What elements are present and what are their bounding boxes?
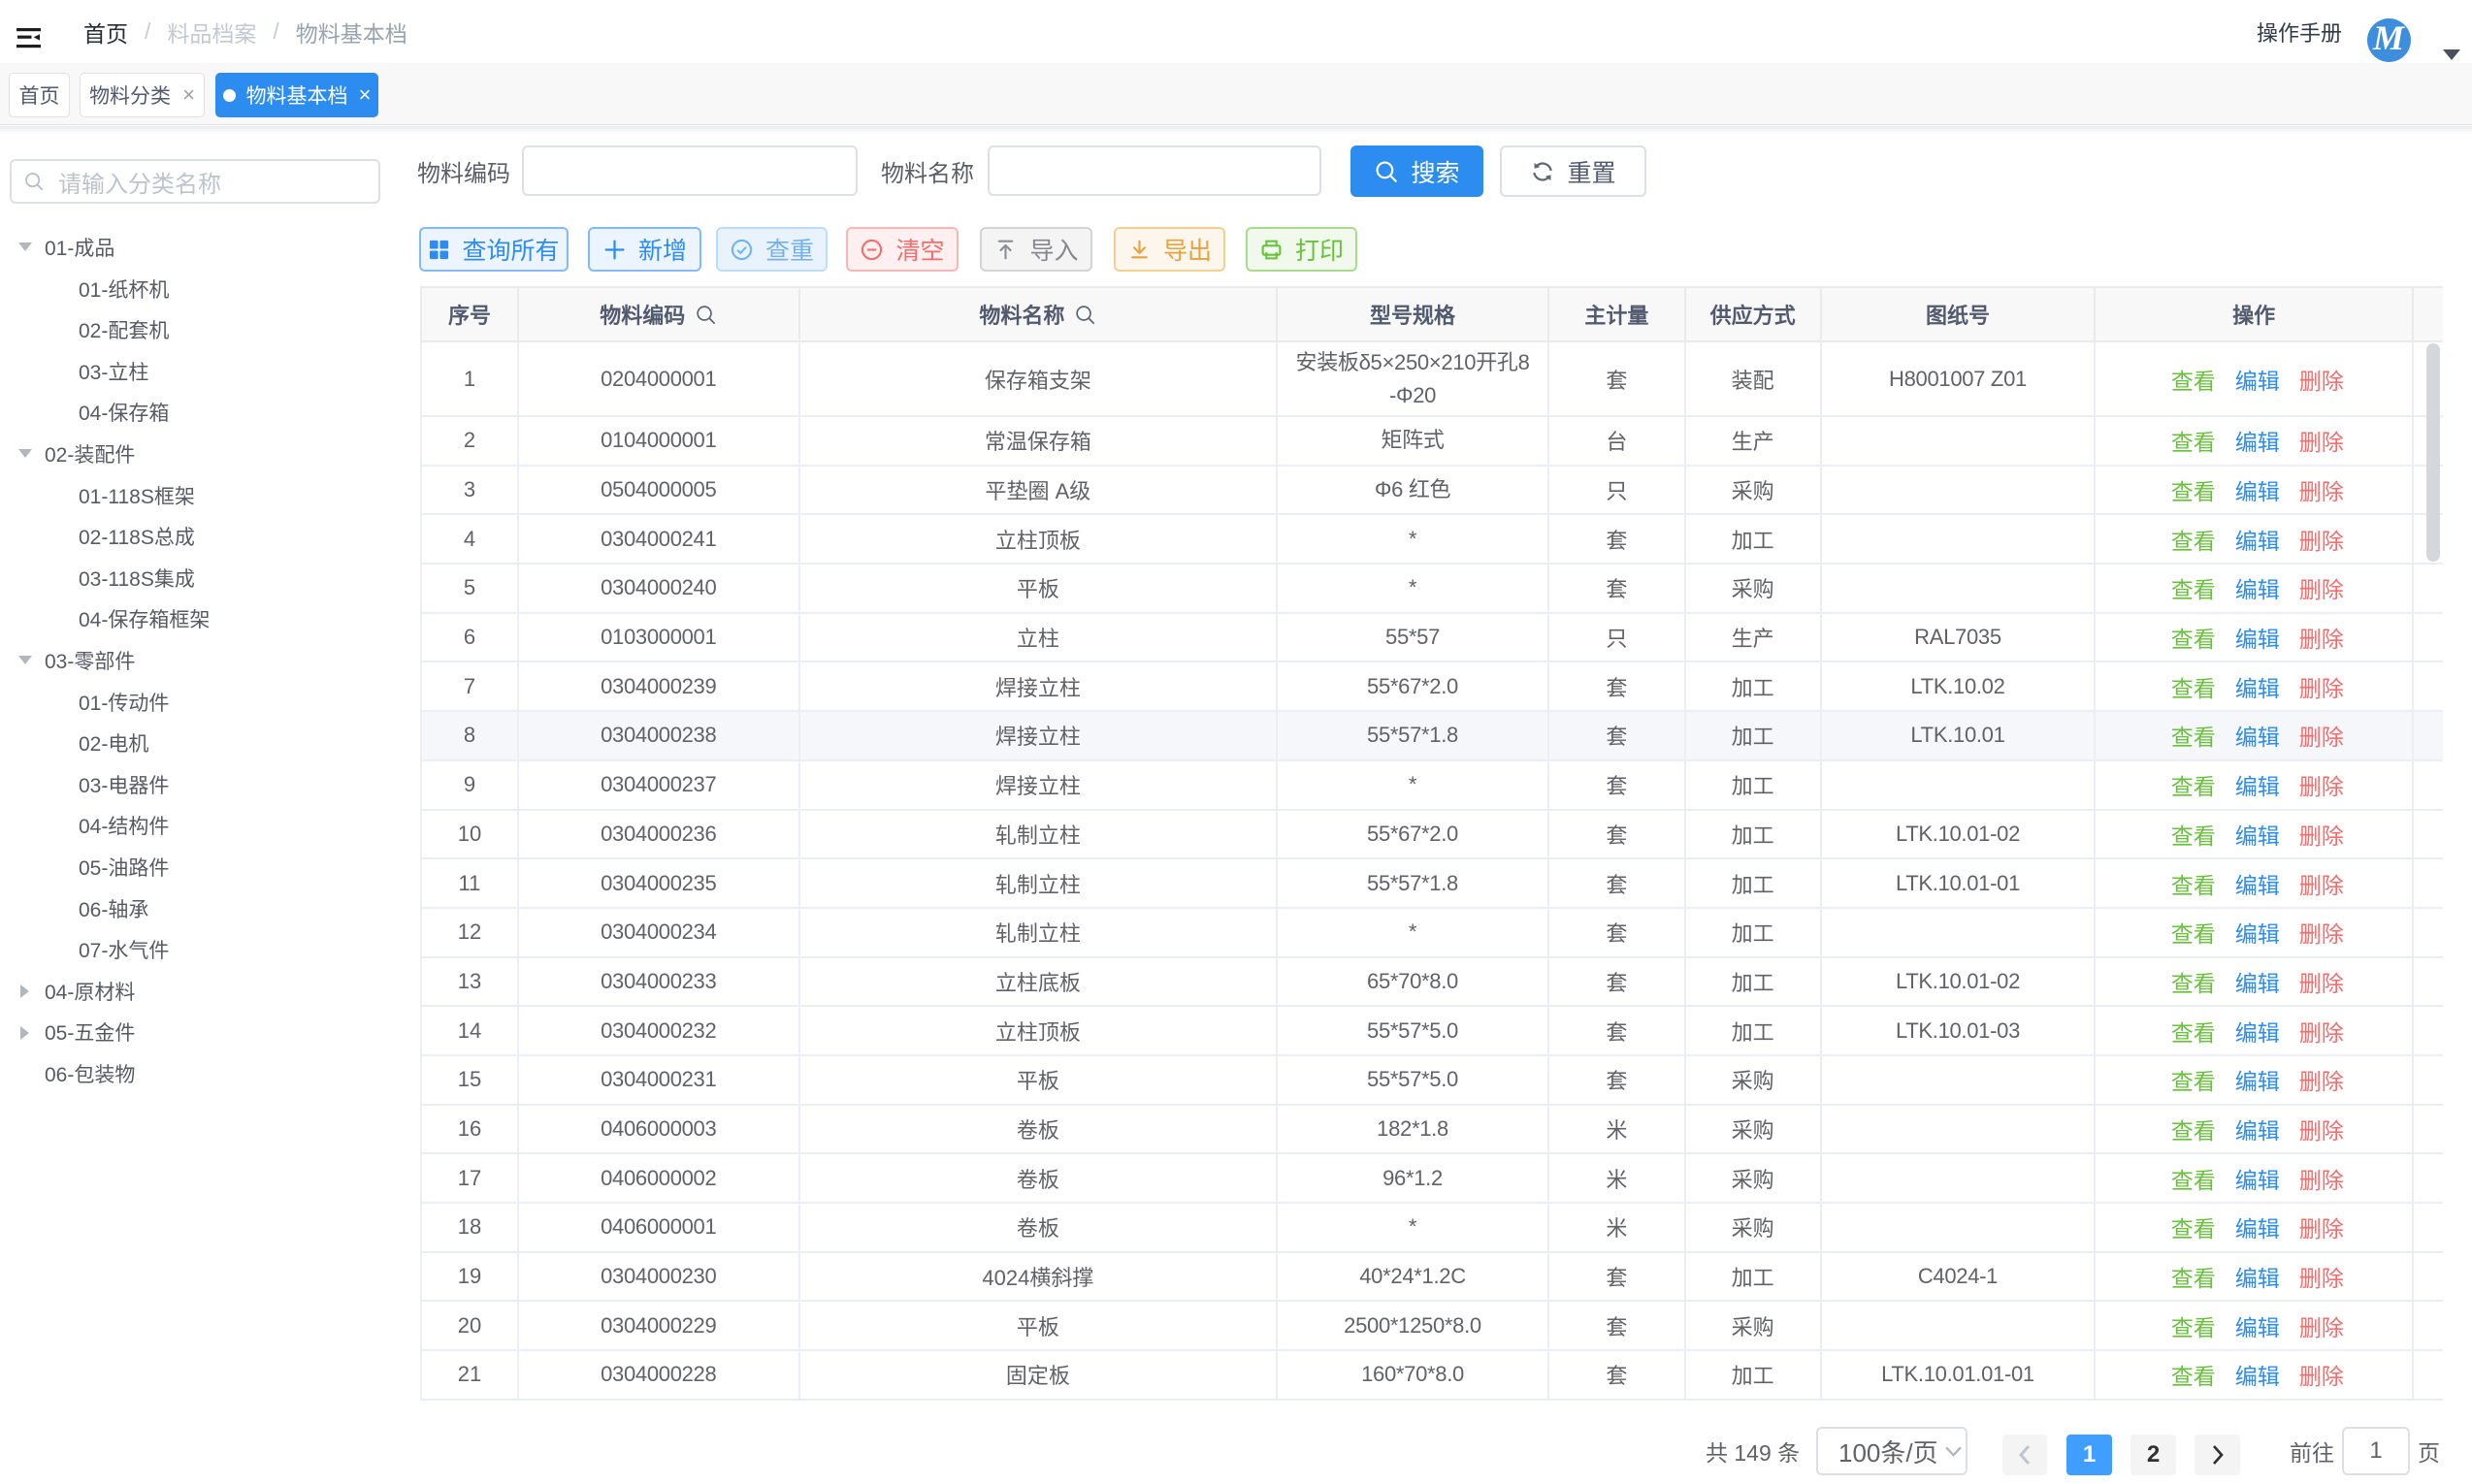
svg-text:M: M (2372, 18, 2406, 57)
